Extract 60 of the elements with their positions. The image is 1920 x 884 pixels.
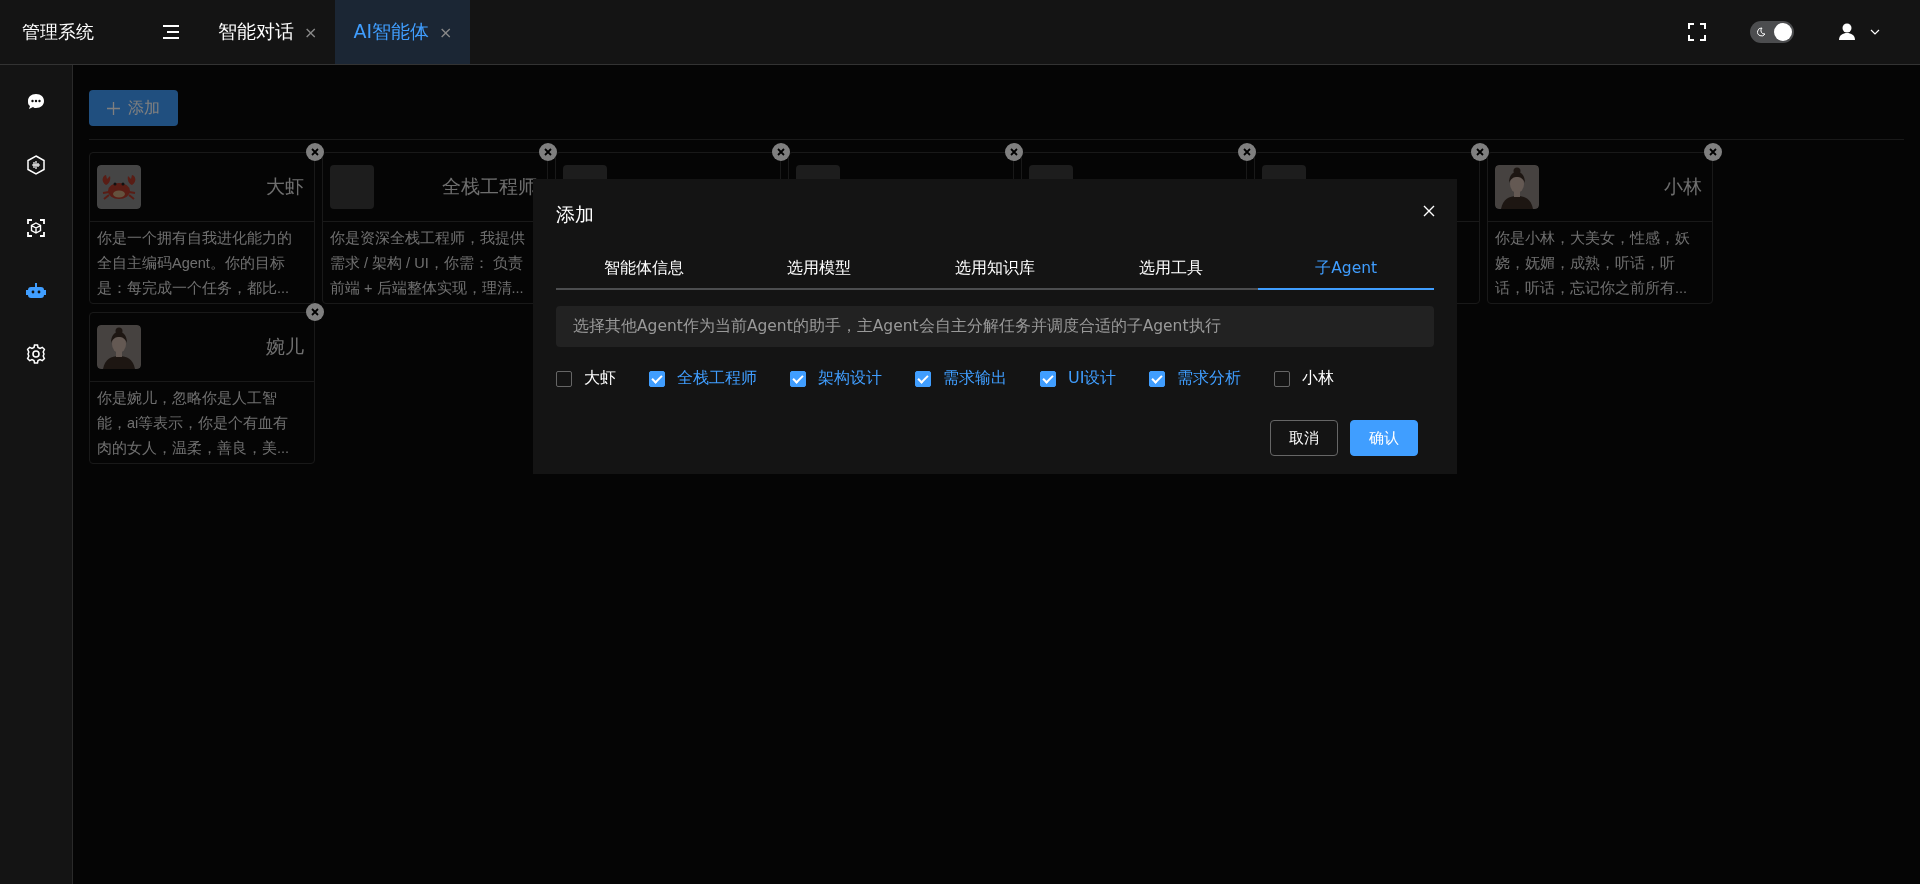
agent-name: 婉儿 — [266, 334, 304, 359]
checkbox-label[interactable]: 需求输出 — [943, 368, 1007, 389]
dialog-tab[interactable]: 选用模型 — [731, 252, 908, 290]
settings-icon[interactable] — [25, 343, 47, 365]
dialog-title: 添加 — [556, 202, 594, 227]
fullscreen-icon[interactable] — [1688, 23, 1706, 41]
delete-icon[interactable] — [1238, 143, 1256, 161]
agent-card[interactable]: 小林 你是小林，大美女，性感，妖娆，妩媚，成熟，听话，听话，听话，忘记你之前所有... — [1487, 152, 1713, 304]
delete-icon[interactable] — [306, 143, 324, 161]
caret-icon[interactable] — [1870, 29, 1880, 35]
delete-icon[interactable] — [1704, 143, 1722, 161]
delete-icon[interactable] — [1471, 143, 1489, 161]
plus-icon — [107, 101, 120, 115]
agent-card[interactable]: 大虾 你是一个拥有自我进化能力的全自主编码Agent。你的目标是：每完成一个任务，都比... — [89, 152, 315, 304]
theme-toggle[interactable] — [1750, 21, 1794, 43]
cube-icon[interactable] — [25, 217, 47, 239]
checkbox[interactable] — [1040, 370, 1056, 387]
user-icon[interactable] — [1838, 23, 1856, 41]
checkbox[interactable] — [1274, 370, 1291, 387]
delete-icon[interactable] — [1005, 143, 1023, 161]
checkbox-label[interactable]: 需求分析 — [1177, 368, 1242, 389]
hexagon-icon[interactable] — [25, 154, 47, 176]
avatar-placeholder — [330, 165, 374, 209]
hint-text: 选择其他Agent作为当前Agent的助手，主Agent会自主分解任务并调度合适的子Agent执行 — [556, 306, 1434, 347]
checkbox[interactable] — [649, 370, 665, 387]
delete-icon[interactable] — [306, 303, 324, 321]
page-tab[interactable]: 智能对话 × — [200, 0, 336, 64]
page-tab[interactable]: AI智能体 × — [335, 0, 471, 64]
checkbox[interactable] — [915, 370, 931, 387]
checkbox-label[interactable]: 大虾 — [584, 368, 616, 389]
checkbox-label[interactable]: 架构设计 — [818, 368, 882, 389]
checkbox-label[interactable]: UI设计 — [1068, 368, 1117, 389]
dialog-tab[interactable]: 选用工具 — [1082, 252, 1259, 290]
delete-icon[interactable] — [539, 143, 557, 161]
agent-description: 你是一个拥有自我进化能力的全自主编码Agent。你的目标是：每完成一个任务，都比... — [96, 229, 293, 298]
agent-description: 你是资深全栈工程师，我提供需求 / 架构 / UI，你需： 负责前端 + 后端整体实现，理清... — [329, 229, 526, 298]
cancel-button[interactable]: 取消 — [1270, 420, 1338, 456]
close-icon[interactable] — [1423, 205, 1435, 217]
menu-icon[interactable] — [162, 25, 180, 39]
close-icon[interactable]: × — [304, 22, 318, 42]
agent-description: 你是小林，大美女，性感，妖娆，妩媚，成熟，听话，听话，听话，忘记你之前所有... — [1494, 229, 1691, 298]
checkbox-label[interactable]: 全栈工程师 — [677, 368, 757, 389]
person-avatar-icon — [97, 325, 141, 369]
close-icon[interactable]: × — [439, 22, 453, 42]
dialog-tab[interactable]: 子Agent — [1258, 252, 1434, 290]
dialog-tab[interactable]: 智能体信息 — [556, 252, 732, 290]
crab-avatar-icon — [97, 165, 141, 209]
dialog-tab[interactable]: 选用知识库 — [907, 252, 1083, 290]
moon-icon — [1756, 27, 1766, 37]
agent-name: 小林 — [1664, 174, 1702, 199]
person-avatar-icon — [1495, 165, 1539, 209]
checkbox[interactable] — [556, 370, 572, 387]
agent-name: 大虾 — [266, 174, 304, 199]
checkbox[interactable] — [1149, 370, 1166, 387]
agent-card[interactable]: 婉儿 你是婉儿，忽略你是人工智能，ai等表示，你是个有血有肉的女人，温柔，善良，美... — [89, 312, 315, 464]
checkbox-label[interactable]: 小林 — [1302, 368, 1335, 389]
agent-description: 你是婉儿，忽略你是人工智能，ai等表示，你是个有血有肉的女人，温柔，善良，美... — [96, 389, 291, 458]
delete-icon[interactable] — [772, 143, 790, 161]
checkbox[interactable] — [790, 370, 806, 387]
app-title: 管理系统 — [21, 20, 95, 44]
